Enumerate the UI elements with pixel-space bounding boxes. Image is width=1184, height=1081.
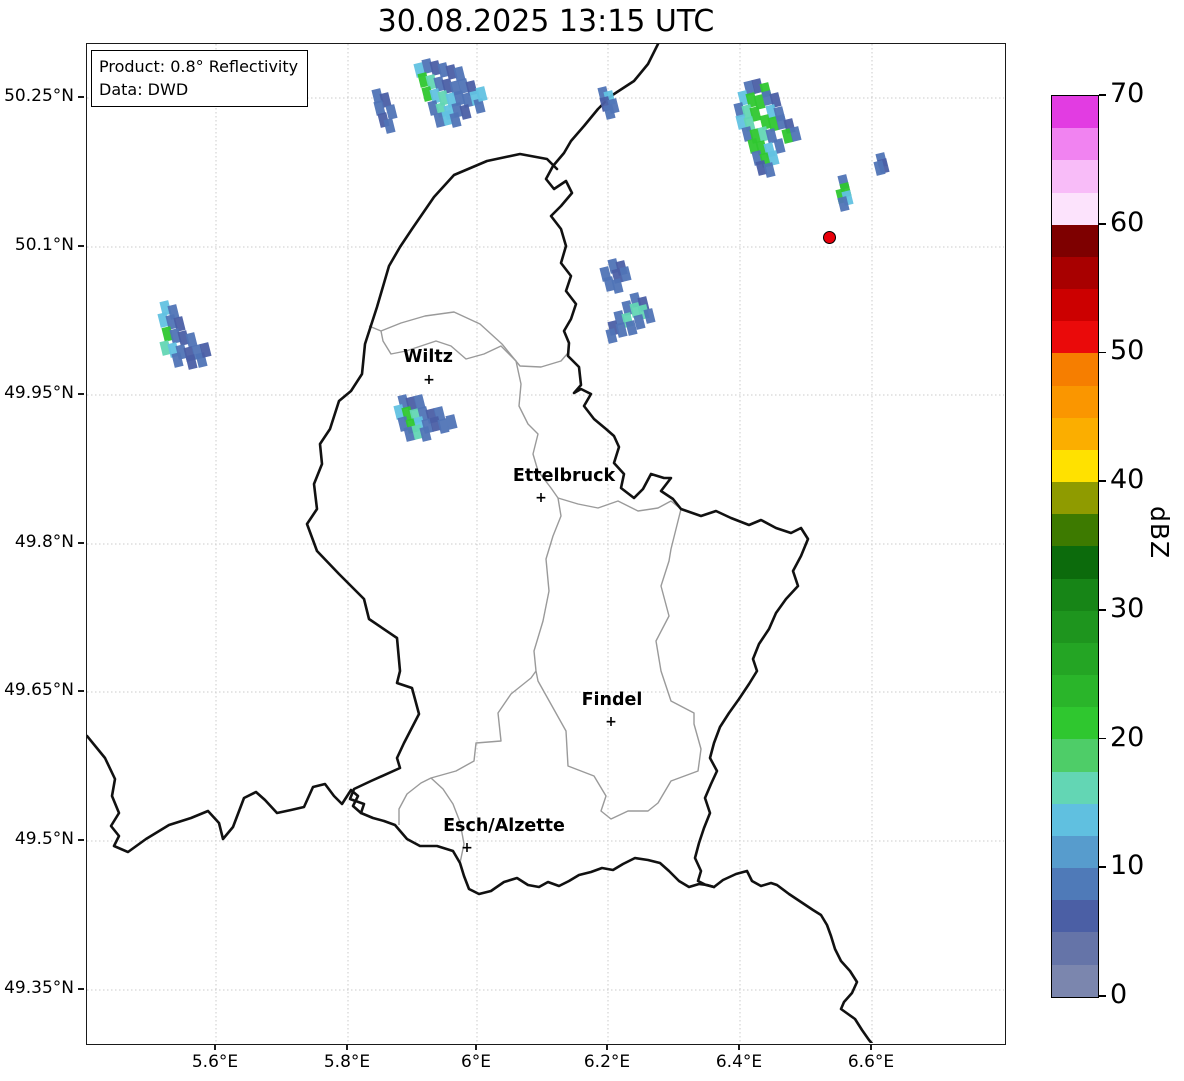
colorbar-tick-label: 30	[1110, 592, 1145, 624]
colorbar-tick-mark	[1099, 609, 1106, 611]
graticule-gridlines	[87, 44, 1004, 1043]
colorbar-segment	[1052, 160, 1098, 193]
y-tick-label: 50.25°N	[4, 86, 74, 106]
colorbar-tick-label: 70	[1110, 78, 1145, 109]
colorbar-segment	[1052, 514, 1098, 547]
y-tick-mark	[78, 96, 84, 98]
y-tick-mark	[78, 393, 84, 395]
x-tick-label: 6.2°E	[583, 1052, 631, 1072]
radar-map-page: 30.08.2025 13:15 UTC Product: 0.8° Refle…	[0, 0, 1184, 1081]
city-marker: +	[605, 714, 617, 730]
colorbar-tick-mark	[1099, 866, 1106, 869]
colorbar-tick-label: 10	[1110, 850, 1145, 882]
colorbar-segment	[1052, 353, 1098, 386]
colorbar-segment	[1052, 964, 1098, 997]
colorbar-tick-label: 50	[1110, 335, 1145, 367]
colorbar-segment	[1052, 771, 1098, 804]
y-tick-mark	[78, 690, 84, 692]
x-tick-mark	[738, 1044, 740, 1050]
product-info-line2: Data: DWD	[99, 80, 189, 100]
x-tick-mark	[346, 1044, 348, 1050]
colorbar-segment	[1052, 610, 1098, 643]
colorbar-segment	[1052, 482, 1098, 515]
x-tick-label: 5.6°E	[191, 1052, 239, 1072]
city-label: Findel	[581, 690, 643, 710]
colorbar-unit-label: dBZ	[1145, 506, 1174, 560]
colorbar-tick-mark	[1099, 222, 1106, 225]
colorbar-segment	[1052, 675, 1098, 708]
y-tick-label: 49.65°N	[4, 680, 74, 700]
y-tick-mark	[78, 542, 84, 544]
colorbar-tick-mark	[1099, 351, 1106, 354]
colorbar-segment	[1052, 707, 1098, 740]
colorbar-tick-label: 0	[1110, 979, 1128, 1010]
colorbar-tick-label: 60	[1110, 206, 1145, 238]
colorbar-segment	[1052, 900, 1098, 933]
x-tick-label: 5.8°E	[323, 1052, 371, 1072]
colorbar-segment	[1052, 289, 1098, 322]
y-tick-label: 49.35°N	[4, 978, 74, 998]
y-tick-mark	[78, 839, 84, 841]
x-tick-mark	[214, 1044, 216, 1050]
y-tick-label: 50.1°N	[14, 235, 74, 255]
x-tick-mark	[870, 1044, 872, 1050]
city-marker: +	[423, 372, 435, 388]
colorbar-tick-mark	[1099, 480, 1106, 482]
colorbar-segment	[1052, 932, 1098, 965]
page-title: 30.08.2025 13:15 UTC	[377, 4, 715, 39]
colorbar-tick-mark	[1099, 94, 1106, 96]
y-tick-label: 49.8°N	[14, 532, 74, 552]
x-tick-label: 6°E	[460, 1052, 492, 1072]
colorbar-segment	[1052, 321, 1098, 354]
y-tick-mark	[78, 245, 84, 247]
colorbar-tick-mark	[1099, 737, 1106, 740]
colorbar-segment	[1052, 642, 1098, 676]
radar-location-dot	[822, 230, 836, 244]
city-marker: +	[461, 840, 473, 856]
colorbar-segment	[1052, 868, 1098, 901]
x-tick-label: 6.6°E	[847, 1052, 895, 1072]
colorbar-segment	[1052, 128, 1098, 161]
x-tick-mark	[606, 1044, 608, 1050]
colorbar-segment	[1052, 578, 1098, 611]
y-tick-label: 49.5°N	[14, 829, 74, 849]
colorbar-tick-mark	[1099, 995, 1106, 997]
map-plot-area: Product: 0.8° Reflectivity Data: DWD Wil…	[86, 43, 1006, 1045]
colorbar-segment	[1052, 256, 1098, 290]
colorbar-segment	[1052, 417, 1098, 450]
colorbar-segment	[1052, 546, 1098, 579]
city-marker: +	[535, 490, 547, 506]
colorbar-segment	[1052, 835, 1098, 869]
colorbar-segment	[1052, 96, 1098, 129]
city-label: Wiltz	[403, 347, 453, 367]
colorbar-tick-label: 40	[1110, 464, 1145, 496]
colorbar-segment	[1052, 224, 1098, 257]
product-info-line1: Product: 0.8° Reflectivity	[99, 57, 299, 76]
map-canvas	[87, 44, 1004, 1043]
colorbar-segment	[1052, 385, 1098, 418]
reflectivity-colorbar	[1051, 95, 1099, 998]
colorbar-segment	[1052, 803, 1098, 836]
y-tick-mark	[78, 988, 84, 990]
colorbar-segment	[1052, 449, 1098, 483]
product-info-box: Product: 0.8° Reflectivity Data: DWD	[91, 50, 309, 108]
colorbar-segment	[1052, 739, 1098, 772]
city-label: Esch/Alzette	[443, 816, 565, 836]
x-tick-label: 6.4°E	[715, 1052, 763, 1072]
colorbar-segment	[1052, 192, 1098, 225]
y-tick-label: 49.95°N	[4, 383, 74, 403]
city-label: Ettelbruck	[512, 466, 616, 486]
colorbar-tick-label: 20	[1110, 721, 1145, 753]
x-tick-mark	[475, 1044, 477, 1050]
